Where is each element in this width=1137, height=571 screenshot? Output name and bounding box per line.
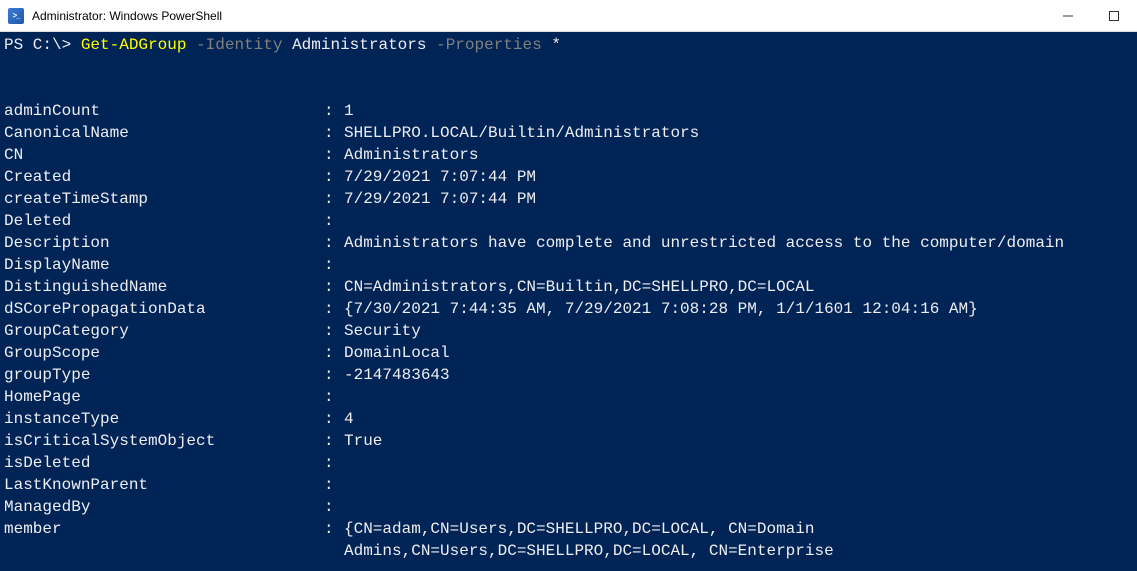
output-colon: :: [324, 144, 344, 166]
output-key: instanceType: [4, 408, 324, 430]
output-colon: :: [324, 496, 344, 518]
output-key: Created: [4, 166, 324, 188]
output-key: [4, 540, 324, 562]
output-colon: :: [324, 320, 344, 342]
output-key: isCriticalSystemObject: [4, 430, 324, 452]
output-colon: :: [324, 474, 344, 496]
output-row: Created:7/29/2021 7:07:44 PM: [4, 166, 1133, 188]
output-value: DomainLocal: [344, 342, 450, 364]
output-colon: :: [324, 298, 344, 320]
powershell-icon: [8, 8, 24, 24]
output-colon: [324, 540, 344, 562]
output-value: Administrators: [344, 144, 478, 166]
output-value: {7/30/2021 7:44:35 AM, 7/29/2021 7:08:28…: [344, 298, 978, 320]
output-key: dSCorePropagationData: [4, 298, 324, 320]
output-key: adminCount: [4, 100, 324, 122]
output-key: GroupCategory: [4, 320, 324, 342]
output-row: CanonicalName:SHELLPRO.LOCAL/Builtin/Adm…: [4, 122, 1133, 144]
output-colon: :: [324, 210, 344, 232]
output-row: GroupCategory:Security: [4, 320, 1133, 342]
output-row: Description:Administrators have complete…: [4, 232, 1133, 254]
output-row: groupType:-2147483643: [4, 364, 1133, 386]
output-row: DisplayName:: [4, 254, 1133, 276]
output-key: CN: [4, 144, 324, 166]
output-value: True: [344, 430, 382, 452]
output-key: GroupScope: [4, 342, 324, 364]
output-value: Administrators have complete and unrestr…: [344, 232, 1064, 254]
output-key: LastKnownParent: [4, 474, 324, 496]
output-row: LastKnownParent:: [4, 474, 1133, 496]
output-row: HomePage:: [4, 386, 1133, 408]
output-colon: :: [324, 254, 344, 276]
output-value: -2147483643: [344, 364, 450, 386]
output-container: adminCount:1CanonicalName:SHELLPRO.LOCAL…: [4, 100, 1133, 562]
prompt-cmdlet: Get-ADGroup: [81, 36, 187, 54]
prompt-prefix: PS C:\>: [4, 36, 81, 54]
output-value: 7/29/2021 7:07:44 PM: [344, 188, 536, 210]
window-titlebar: Administrator: Windows PowerShell: [0, 0, 1137, 32]
output-key: createTimeStamp: [4, 188, 324, 210]
output-colon: :: [324, 430, 344, 452]
output-colon: :: [324, 342, 344, 364]
prompt-arg-properties: *: [551, 36, 561, 54]
output-colon: :: [324, 122, 344, 144]
output-value: CN=Administrators,CN=Builtin,DC=SHELLPRO…: [344, 276, 814, 298]
output-key: HomePage: [4, 386, 324, 408]
output-value: 1: [344, 100, 354, 122]
prompt-param-identity: -Identity: [186, 36, 292, 54]
output-row: Deleted:: [4, 210, 1133, 232]
output-key: ManagedBy: [4, 496, 324, 518]
output-key: Deleted: [4, 210, 324, 232]
output-key: groupType: [4, 364, 324, 386]
output-colon: :: [324, 364, 344, 386]
output-colon: :: [324, 408, 344, 430]
output-colon: :: [324, 166, 344, 188]
output-key: DisplayName: [4, 254, 324, 276]
output-colon: :: [324, 232, 344, 254]
window-title: Administrator: Windows PowerShell: [32, 9, 222, 23]
output-key: member: [4, 518, 324, 540]
output-value: 4: [344, 408, 354, 430]
output-colon: :: [324, 518, 344, 540]
minimize-icon: [1063, 11, 1073, 21]
output-row: adminCount:1: [4, 100, 1133, 122]
output-key: DistinguishedName: [4, 276, 324, 298]
output-value: {CN=adam,CN=Users,DC=SHELLPRO,DC=LOCAL, …: [344, 518, 814, 540]
output-row: CN:Administrators: [4, 144, 1133, 166]
output-colon: :: [324, 276, 344, 298]
maximize-button[interactable]: [1091, 0, 1137, 31]
output-row: isDeleted:: [4, 452, 1133, 474]
output-key: CanonicalName: [4, 122, 324, 144]
titlebar-left: Administrator: Windows PowerShell: [8, 8, 222, 24]
window-controls: [1045, 0, 1137, 31]
output-value: Security: [344, 320, 421, 342]
output-row: createTimeStamp:7/29/2021 7:07:44 PM: [4, 188, 1133, 210]
output-row: DistinguishedName:CN=Administrators,CN=B…: [4, 276, 1133, 298]
output-value: Admins,CN=Users,DC=SHELLPRO,DC=LOCAL, CN…: [344, 540, 834, 562]
output-row: GroupScope:DomainLocal: [4, 342, 1133, 364]
output-row: instanceType:4: [4, 408, 1133, 430]
output-key: Description: [4, 232, 324, 254]
output-row: Admins,CN=Users,DC=SHELLPRO,DC=LOCAL, CN…: [4, 540, 1133, 562]
prompt-arg-identity: Administrators: [292, 36, 426, 54]
output-colon: :: [324, 452, 344, 474]
minimize-button[interactable]: [1045, 0, 1091, 31]
output-row: member:{CN=adam,CN=Users,DC=SHELLPRO,DC=…: [4, 518, 1133, 540]
output-row: dSCorePropagationData:{7/30/2021 7:44:35…: [4, 298, 1133, 320]
output-colon: :: [324, 386, 344, 408]
terminal-area[interactable]: PS C:\> Get-ADGroup -Identity Administra…: [0, 32, 1137, 571]
output-colon: :: [324, 188, 344, 210]
output-row: isCriticalSystemObject:True: [4, 430, 1133, 452]
output-value: 7/29/2021 7:07:44 PM: [344, 166, 536, 188]
output-blank-gap: [4, 56, 1133, 100]
output-value: SHELLPRO.LOCAL/Builtin/Administrators: [344, 122, 699, 144]
prompt-param-properties: -Properties: [426, 36, 551, 54]
maximize-icon: [1109, 11, 1119, 21]
output-colon: :: [324, 100, 344, 122]
output-key: isDeleted: [4, 452, 324, 474]
output-row: ManagedBy:: [4, 496, 1133, 518]
